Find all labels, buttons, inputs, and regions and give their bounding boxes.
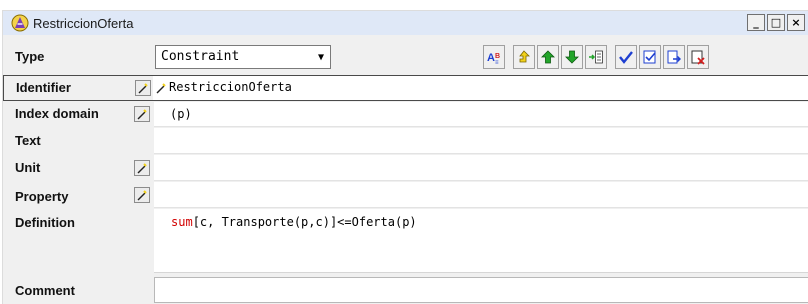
move-up-button[interactable] — [537, 45, 559, 69]
title-bar[interactable]: RestriccionOferta _ □ × — [3, 11, 808, 35]
move-up-level-icon — [519, 50, 530, 63]
identifier-value: RestriccionOferta — [169, 80, 292, 94]
comment-label: Comment — [15, 283, 75, 298]
spell-check-icon: A B ≡ — [487, 52, 500, 65]
type-selected-value: Constraint — [161, 49, 240, 64]
property-label: Property — [15, 189, 69, 204]
compile-button[interactable] — [639, 45, 661, 69]
text-row: Text — [3, 128, 808, 154]
close-button[interactable]: × — [787, 14, 805, 31]
text-label: Text — [15, 133, 41, 148]
chevron-down-icon[interactable]: ▼ — [312, 46, 330, 68]
property-field[interactable] — [154, 182, 808, 208]
wand-icon — [137, 109, 147, 120]
svg-text:B: B — [495, 53, 500, 60]
type-row: Type Constraint ▼ A B ≡ — [3, 40, 808, 74]
export-button[interactable] — [663, 45, 685, 69]
wand-icon — [138, 83, 148, 94]
property-wizard-button[interactable] — [134, 187, 150, 203]
wand-icon — [156, 83, 166, 94]
delete-icon — [691, 50, 705, 65]
identifier-field[interactable]: RestriccionOferta — [153, 76, 808, 100]
delete-button[interactable] — [687, 45, 709, 69]
check-icon — [619, 51, 633, 64]
svg-text:≡: ≡ — [495, 60, 499, 65]
text-field[interactable] — [154, 128, 808, 154]
maximize-button[interactable]: □ — [767, 14, 785, 31]
identifier-wizard-button[interactable] — [135, 80, 151, 96]
export-icon — [667, 50, 681, 64]
type-dropdown[interactable]: Constraint ▼ — [155, 45, 331, 69]
toolbar-group-move — [513, 45, 607, 69]
compile-icon — [643, 50, 656, 64]
definition-expression: sum[c, Transporte(p,c)]<=Oferta(p) — [171, 215, 417, 229]
index-domain-label: Index domain — [15, 106, 99, 121]
index-domain-value: (p) — [170, 107, 192, 121]
toolbar-group-spell: A B ≡ — [483, 45, 505, 69]
insert-button[interactable] — [585, 45, 607, 69]
move-up-level-button[interactable] — [513, 45, 535, 69]
comment-row: Comment — [3, 277, 808, 303]
comment-field[interactable] — [154, 277, 808, 303]
definition-field[interactable]: sum[c, Transporte(p,c)]<=Oferta(p) — [154, 209, 808, 273]
wand-icon — [137, 190, 147, 201]
unit-wizard-button[interactable] — [134, 160, 150, 176]
type-label: Type — [15, 49, 45, 64]
unit-field[interactable] — [154, 155, 808, 181]
check-button[interactable] — [615, 45, 637, 69]
property-row: Property — [3, 182, 808, 208]
insert-icon — [589, 50, 603, 64]
window-controls: _ □ × — [747, 14, 805, 31]
minimize-button[interactable]: _ — [747, 14, 765, 31]
window-title: RestriccionOferta — [33, 16, 134, 31]
definition-label: Definition — [15, 215, 75, 230]
definition-body: [c, Transporte(p,c)]<=Oferta(p) — [192, 215, 417, 229]
svg-text:A: A — [487, 52, 495, 64]
spell-check-button[interactable]: A B ≡ — [483, 45, 505, 69]
index-domain-wizard-button[interactable] — [134, 106, 150, 122]
move-down-button[interactable] — [561, 45, 583, 69]
unit-row: Unit — [3, 155, 808, 181]
move-down-icon — [565, 50, 579, 64]
wand-icon — [137, 163, 147, 174]
identifier-label: Identifier — [16, 80, 71, 95]
identifier-row: Identifier RestriccionOferta — [3, 75, 808, 101]
definition-keyword: sum — [171, 215, 193, 229]
move-up-icon — [541, 50, 555, 64]
definition-row: Definition sum[c, Transporte(p,c)]<=Ofer… — [3, 209, 808, 273]
toolbar-group-actions — [615, 45, 709, 69]
index-domain-row: Index domain (p) — [3, 102, 808, 127]
aimms-app-icon — [11, 14, 29, 32]
attribute-window: RestriccionOferta _ □ × Type Constraint … — [2, 10, 808, 304]
index-domain-field[interactable]: (p) — [154, 102, 808, 127]
unit-label: Unit — [15, 160, 41, 175]
